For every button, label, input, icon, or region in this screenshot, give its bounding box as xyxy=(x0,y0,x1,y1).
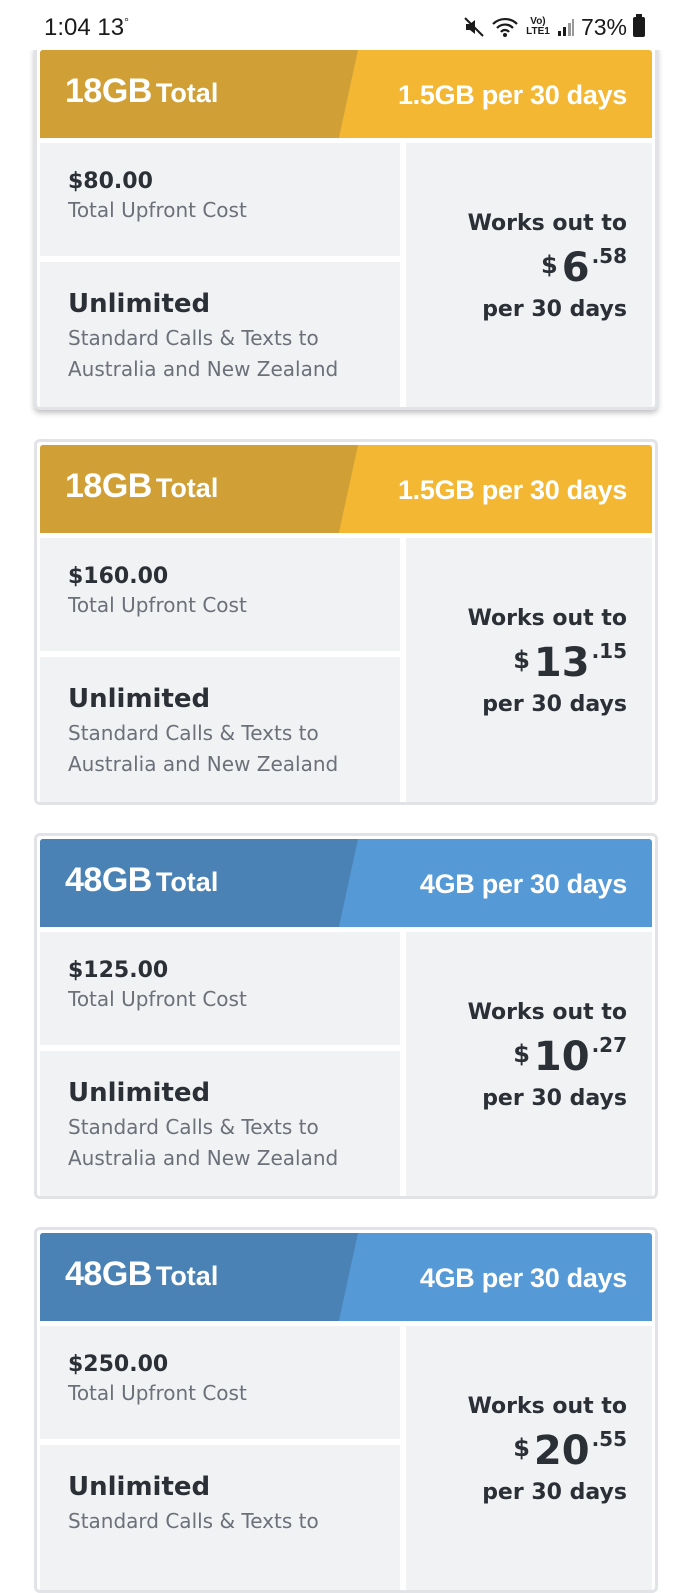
calls-texts-cell: Unlimited Standard Calls & Texts to xyxy=(40,1445,400,1590)
upfront-cost-cell: $125.00 Total Upfront Cost xyxy=(40,932,400,1045)
plan-data-per-period: 1.5GB per 30 days xyxy=(397,80,627,110)
upfront-price: $125.00 xyxy=(68,958,169,983)
wifi-icon xyxy=(491,16,519,38)
calls-description: Standard Calls & Texts to Australia and … xyxy=(68,1115,339,1170)
works-out-price: $13.15 xyxy=(513,639,627,686)
calls-description: Standard Calls & Texts to xyxy=(68,1509,319,1533)
plan-card[interactable]: 18GB Total 1.5GB per 30 days $160.00 Tota… xyxy=(34,439,658,805)
calls-title: Unlimited xyxy=(68,1078,211,1108)
works-out-period: per 30 days xyxy=(482,297,627,322)
plan-total-data: 18GB Total xyxy=(65,467,219,505)
plan-total-data: 48GB Total xyxy=(65,1255,219,1293)
upfront-caption: Total Upfront Cost xyxy=(68,987,247,1011)
works-out-cell: Works out to $6.58 per 30 days xyxy=(406,143,652,407)
calls-description: Standard Calls & Texts to Australia and … xyxy=(68,326,339,381)
works-out-label: Works out to xyxy=(467,211,627,236)
plan-data-per-period: 4GB per 30 days xyxy=(419,869,627,899)
works-out-label: Works out to xyxy=(467,606,627,631)
plan-card-header: 48GB Total 4GB per 30 days xyxy=(40,1233,652,1321)
plan-card[interactable]: 48GB Total 4GB per 30 days $125.00 Total … xyxy=(34,833,658,1199)
signal-icon xyxy=(557,17,575,37)
works-out-period: per 30 days xyxy=(482,1086,627,1111)
works-out-price: $6.58 xyxy=(541,244,627,291)
upfront-caption: Total Upfront Cost xyxy=(68,198,247,222)
plan-card[interactable]: 48GB Total 4GB per 30 days $250.00 Total … xyxy=(34,1227,658,1593)
volte-icon: Vo) LTE1 xyxy=(526,16,550,37)
calls-title: Unlimited xyxy=(68,1472,211,1502)
works-out-price: $10.27 xyxy=(513,1033,627,1080)
plan-total-data: 18GB Total xyxy=(65,72,219,110)
plan-card[interactable]: 18GB Total 1.5GB per 30 days $80.00 Total… xyxy=(34,44,658,410)
works-out-label: Works out to xyxy=(467,1000,627,1025)
plan-data-per-period: 1.5GB per 30 days xyxy=(397,475,627,505)
works-out-period: per 30 days xyxy=(482,1480,627,1505)
upfront-price: $250.00 xyxy=(68,1352,169,1377)
works-out-cell: Works out to $20.55 per 30 days xyxy=(406,1326,652,1590)
status-temperature: 13 xyxy=(97,14,125,41)
works-out-cell: Works out to $13.15 per 30 days xyxy=(406,538,652,802)
temperature-unit: ° xyxy=(124,15,129,29)
calls-description: Standard Calls & Texts to Australia and … xyxy=(68,721,339,776)
status-bar: 1:04 13° Vo) LTE1 73% xyxy=(0,0,691,50)
status-time: 1:04 13° xyxy=(44,14,129,41)
status-icons: Vo) LTE1 73% xyxy=(463,12,645,42)
calls-texts-cell: Unlimited Standard Calls & Texts to Aust… xyxy=(40,657,400,802)
upfront-caption: Total Upfront Cost xyxy=(68,1381,247,1405)
upfront-caption: Total Upfront Cost xyxy=(68,593,247,617)
plan-list: 18GB Total 1.5GB per 30 days $80.00 Total… xyxy=(0,0,691,1593)
calls-title: Unlimited xyxy=(68,684,211,714)
plan-card-header: 18GB Total 1.5GB per 30 days xyxy=(40,50,652,138)
battery-icon xyxy=(633,14,645,37)
works-out-period: per 30 days xyxy=(482,692,627,717)
plan-card-header: 18GB Total 1.5GB per 30 days xyxy=(40,445,652,533)
plan-data-per-period: 4GB per 30 days xyxy=(419,1263,627,1293)
upfront-price: $80.00 xyxy=(68,169,153,194)
upfront-cost-cell: $80.00 Total Upfront Cost xyxy=(40,143,400,256)
calls-title: Unlimited xyxy=(68,289,211,319)
upfront-cost-cell: $250.00 Total Upfront Cost xyxy=(40,1326,400,1439)
calls-texts-cell: Unlimited Standard Calls & Texts to Aust… xyxy=(40,262,400,407)
mute-icon xyxy=(463,16,485,38)
works-out-cell: Works out to $10.27 per 30 days xyxy=(406,932,652,1196)
calls-texts-cell: Unlimited Standard Calls & Texts to Aust… xyxy=(40,1051,400,1196)
plan-card-header: 48GB Total 4GB per 30 days xyxy=(40,839,652,927)
upfront-cost-cell: $160.00 Total Upfront Cost xyxy=(40,538,400,651)
battery-percent: 73% xyxy=(580,13,627,40)
works-out-label: Works out to xyxy=(467,1394,627,1419)
works-out-price: $20.55 xyxy=(513,1427,627,1474)
upfront-price: $160.00 xyxy=(68,564,169,589)
plan-total-data: 48GB Total xyxy=(65,861,219,899)
